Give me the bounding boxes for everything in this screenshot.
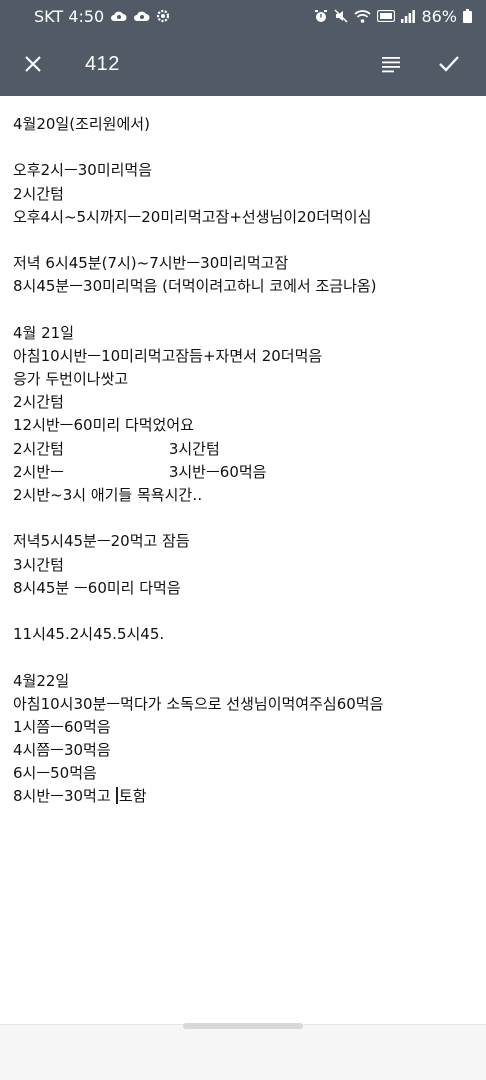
last-line-text-after-caret: 토함 (118, 787, 147, 806)
note-line: 3시간텀 (13, 555, 64, 574)
note-line (13, 136, 480, 159)
last-line-text-before-caret: 8시반ㅡ30먹고 (13, 787, 116, 806)
toolbar: 412 (0, 32, 486, 96)
battery-percent: 86% (421, 6, 457, 26)
home-indicator[interactable] (183, 1023, 303, 1029)
alarm-icon (314, 8, 328, 24)
note-line: 4월 21일 (13, 323, 74, 342)
note-line: 2시반~3시 애기들 목욕시간‥ (13, 486, 203, 504)
cloud-icon (110, 8, 127, 24)
signal-icon (401, 8, 416, 24)
check-icon (439, 56, 459, 72)
format-icon (382, 57, 400, 73)
note-line: 4시쯤ㅡ30먹음 (13, 741, 111, 760)
note-line (13, 646, 480, 669)
cloud-icon (133, 8, 150, 24)
battery-icon (463, 8, 472, 24)
status-left: SKT 4:50 (34, 7, 170, 26)
note-line: 12시반ㅡ60미리 다먹었어요 (13, 416, 194, 435)
note-line: 2시간텀 3시간텀 (13, 439, 220, 458)
note-line: 8시45분 ㅡ60미리 다먹음 (13, 578, 181, 597)
note-line: 아침10시반ㅡ10미리먹고잠듬+자면서 20더먹음 (13, 346, 323, 365)
note-line: 2시반ㅡ 3시반ㅡ60먹음 (13, 462, 267, 481)
navigation-bar (0, 1023, 486, 1080)
note-line (13, 507, 480, 530)
note-line: 저녁 6시45분(7시)~7시반ㅡ30미리먹고잠 (13, 254, 289, 273)
note-line: 11시45.2시45.5시45. (13, 625, 165, 644)
note-line: 8시45분ㅡ30미리먹음 (더먹이려고하니 코에서 조금나옴) (13, 277, 377, 296)
note-line: 1시쯤ㅡ60먹음 (13, 717, 111, 736)
volte-icon (377, 8, 396, 24)
note-line (13, 299, 480, 322)
note-line-last: 8시반ㅡ30먹고 토함 (13, 785, 480, 808)
wifi-icon (354, 8, 372, 24)
note-line: 오후2시ㅡ30미리먹음 (13, 161, 153, 180)
note-line: 오후4시~5시까지ㅡ20미리먹고잠+선생님이20더먹이심 (13, 207, 372, 226)
format-button[interactable] (371, 44, 411, 84)
note-line (13, 229, 480, 252)
note-line: 4월20일(조리원에서) (13, 115, 150, 133)
note-line: 2시간텀 (13, 184, 64, 203)
status-right: 86% (314, 7, 472, 26)
note-line: 저녁5시45분ㅡ20먹고 잠듬 (13, 532, 190, 551)
note-line: 응가 두번이나쌋고 (13, 370, 129, 389)
note-line (13, 600, 480, 623)
settings-icon (156, 8, 170, 24)
note-line: 4월22일 (13, 671, 70, 690)
note-line: 6시ㅡ50먹음 (13, 764, 97, 783)
note-line: 아침10시30분ㅡ먹다가 소독으로 선생님이먹여주심60먹음 (13, 694, 384, 713)
note-editor[interactable]: 4월20일(조리원에서) 오후2시ㅡ30미리먹음 2시간텀 오후4시~5시까지ㅡ… (0, 96, 486, 1024)
close-button[interactable] (13, 44, 53, 84)
note-title: 412 (85, 52, 120, 75)
status-bar: SKT 4:50 86% (0, 0, 486, 32)
carrier-time: SKT 4:50 (34, 6, 105, 26)
note-line: 2시간텀 (13, 393, 64, 412)
mute-icon (334, 8, 348, 24)
save-button[interactable] (429, 44, 469, 84)
close-icon (25, 56, 41, 72)
text-cursor (116, 787, 118, 805)
